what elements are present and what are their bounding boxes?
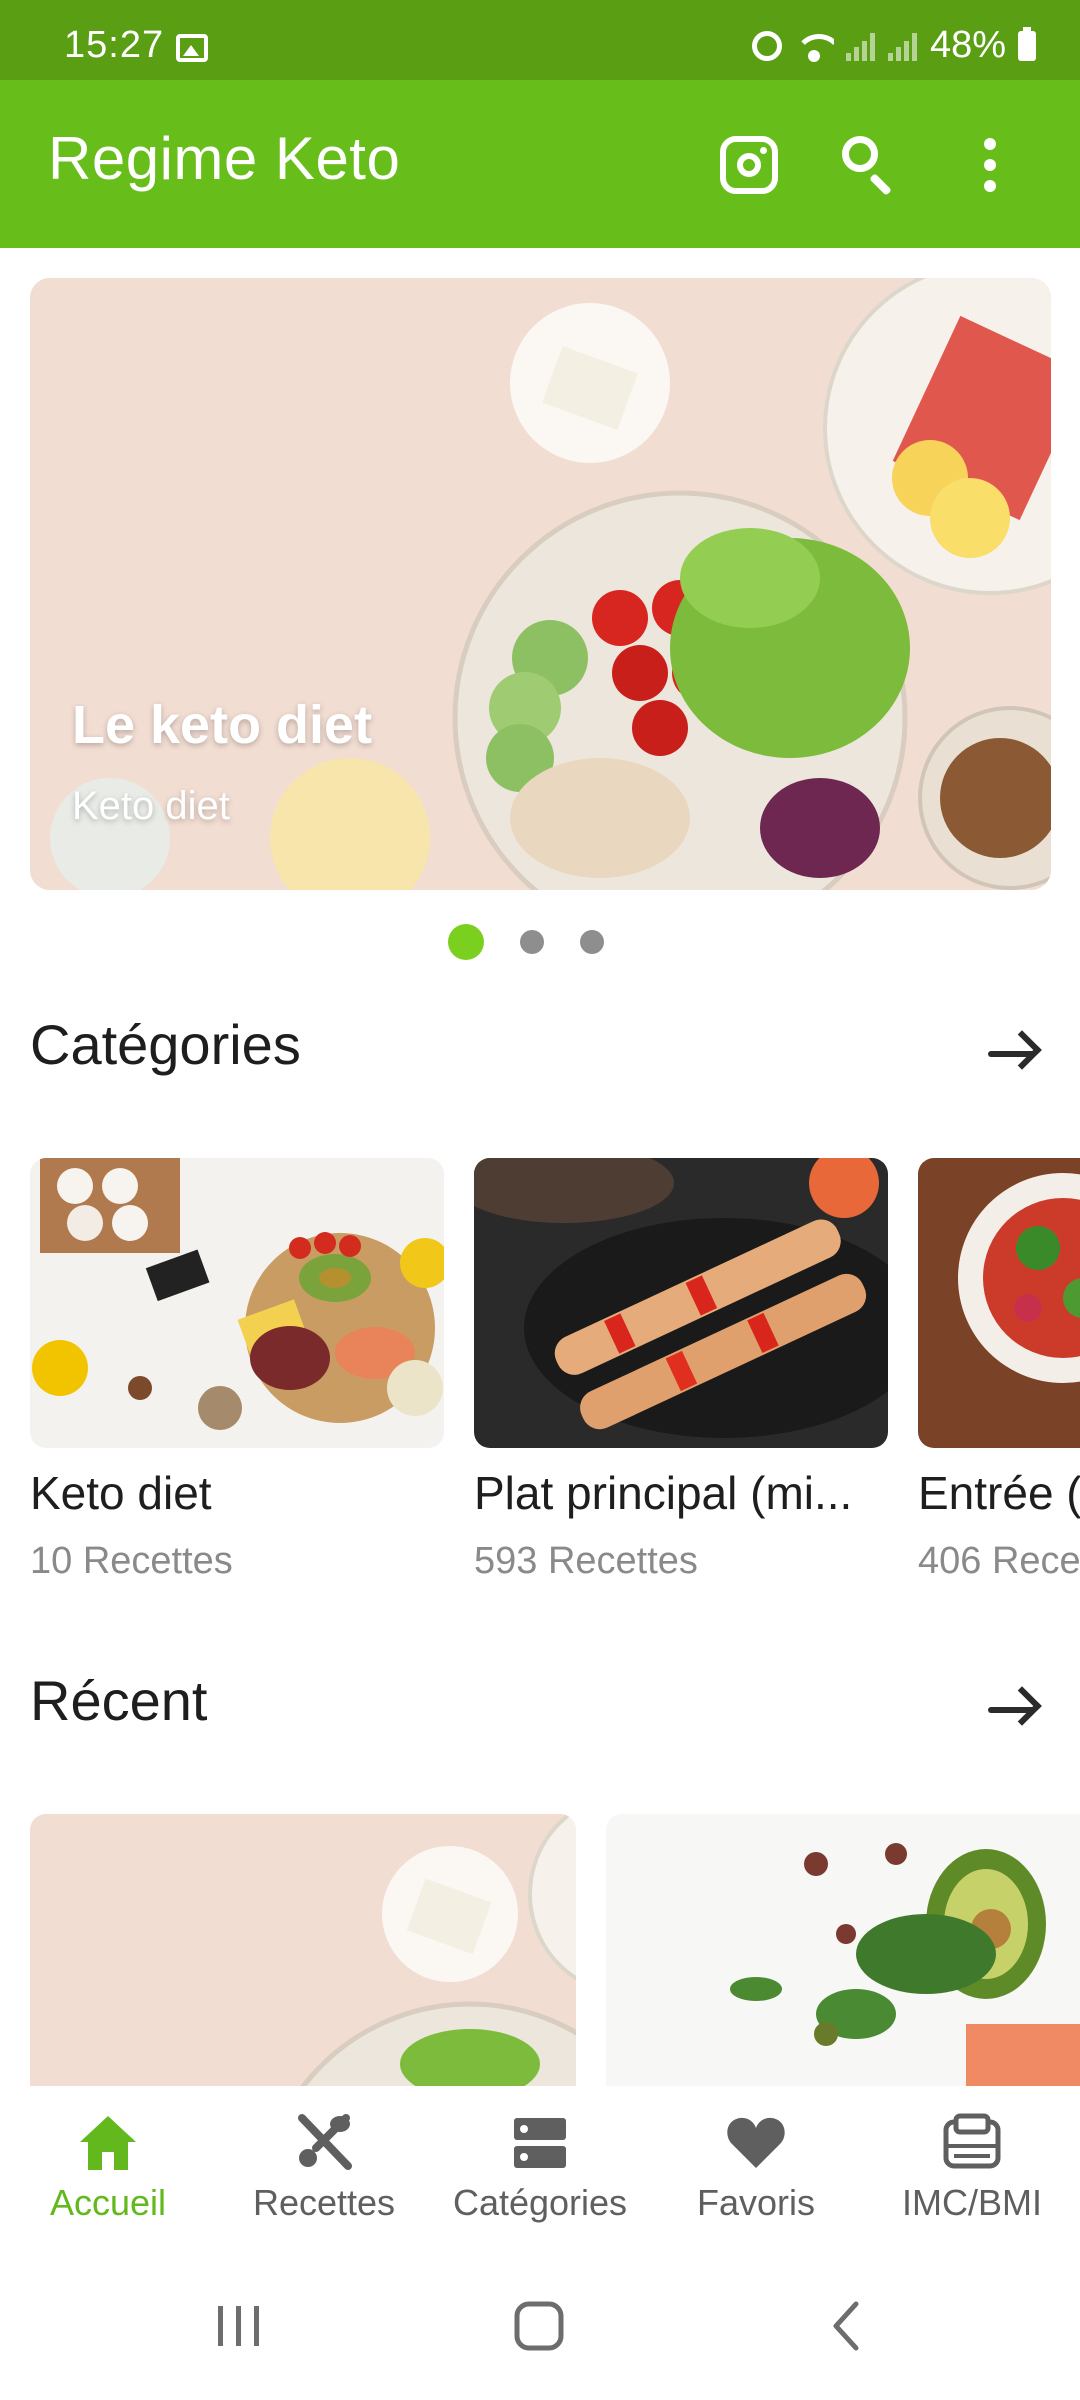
nav-item-recettes[interactable]: Recettes (216, 2112, 432, 2224)
category-name: Plat principal (mi... (474, 1467, 853, 1519)
battery-percent: 48% (929, 24, 1006, 66)
bottom-navigation: Accueil Recettes Catégories Favoris IMC/… (0, 2086, 1080, 2242)
utensils-icon (298, 2114, 352, 2170)
categories-icon (514, 2118, 566, 2168)
category-card[interactable]: Plat principal (mi... 593 Recettes (474, 1158, 888, 1583)
image-notification-icon (176, 34, 208, 62)
category-count: 406 Rece (918, 1540, 1080, 1582)
battery-icon (1018, 26, 1036, 61)
nav-label: Favoris (696, 2182, 816, 2223)
nav-item-accueil[interactable]: Accueil (0, 2112, 216, 2224)
category-count: 10 Recettes (30, 1540, 233, 1582)
home-icon (80, 2116, 136, 2170)
recent-recipe-card[interactable] (30, 1814, 576, 2086)
pagination-dot[interactable] (520, 930, 544, 954)
recent-recipe-image (606, 1814, 1080, 2086)
system-navigation-bar (0, 2242, 1080, 2400)
recent-recipe-image (30, 1814, 576, 2086)
categories-title: Catégories (30, 1013, 301, 1076)
instagram-icon[interactable] (720, 136, 778, 194)
app-title: Regime Keto (48, 125, 401, 192)
category-image (474, 1158, 888, 1448)
featured-banner[interactable]: Le keto diet Keto diet (30, 278, 1051, 890)
recent-arrow-icon[interactable] (988, 1688, 1040, 1732)
category-card[interactable]: Keto diet 10 Recettes (30, 1158, 444, 1583)
search-icon[interactable] (842, 136, 898, 192)
banner-subtitle: Keto diet (72, 784, 230, 828)
heart-icon (727, 2117, 785, 2168)
nav-item-imc-bmi[interactable]: IMC/BMI (864, 2112, 1080, 2224)
category-name: Keto diet (30, 1467, 212, 1519)
category-image (30, 1158, 444, 1448)
pagination-dot[interactable] (580, 930, 604, 954)
more-options-icon[interactable] (980, 138, 1000, 192)
recent-recipe-card[interactable] (606, 1814, 1080, 2086)
nav-label: Catégories (452, 2182, 628, 2223)
nav-label: IMC/BMI (902, 2182, 1042, 2223)
scale-icon (943, 2113, 1001, 2169)
nav-item-categories[interactable]: Catégories (432, 2112, 648, 2224)
category-card[interactable]: Entrée ( 406 Rece (918, 1158, 1080, 1583)
status-time: 15:27 (64, 24, 165, 66)
status-bar: 15:27 48% (0, 0, 1080, 80)
banner-pagination (448, 924, 604, 960)
status-icons: 48% (751, 24, 1036, 67)
back-icon[interactable] (826, 2300, 866, 2352)
recent-title: Récent (30, 1669, 208, 1732)
category-name: Entrée ( (918, 1467, 1080, 1519)
signal-icon (845, 31, 876, 61)
pagination-dot-active[interactable] (448, 924, 484, 960)
signal-icon-2 (887, 31, 918, 61)
recent-apps-icon[interactable] (214, 2302, 264, 2350)
nav-label: Accueil (49, 2182, 167, 2223)
alarm-icon (751, 30, 782, 61)
banner-title: Le keto diet (72, 695, 373, 755)
wifi-icon (793, 30, 834, 62)
nav-item-favoris[interactable]: Favoris (648, 2112, 864, 2224)
category-count: 593 Recettes (474, 1540, 698, 1582)
category-image (918, 1158, 1080, 1448)
app-bar: Regime Keto (0, 80, 1080, 248)
nav-label: Recettes (252, 2182, 396, 2223)
categories-arrow-icon[interactable] (988, 1032, 1040, 1076)
home-button-icon[interactable] (512, 2300, 568, 2352)
